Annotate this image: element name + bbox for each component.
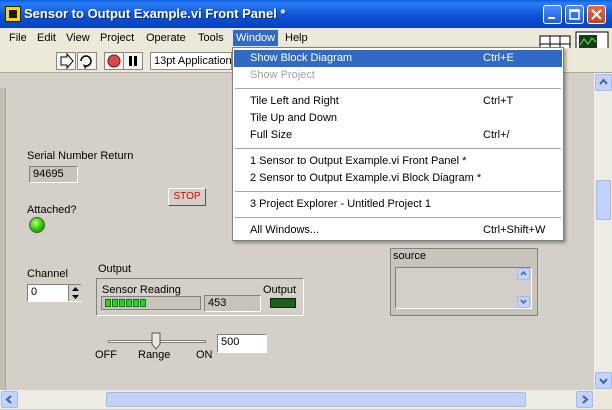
menu-item-label: Full Size <box>250 129 293 141</box>
labview-vi-icon[interactable] <box>5 6 21 22</box>
menu-item-front-panel-window[interactable]: 1 Sensor to Output Example.vi Front Pane… <box>234 153 562 170</box>
serial-number-label: Serial Number Return <box>27 150 134 162</box>
maximize-button[interactable] <box>565 5 584 24</box>
source-label: source <box>393 250 427 262</box>
scroll-left-button[interactable] <box>1 391 18 408</box>
stop-button[interactable]: STOP <box>168 188 206 206</box>
menu-separator <box>235 148 561 149</box>
chevron-left-icon <box>5 395 12 404</box>
close-icon <box>591 9 602 20</box>
source-text-area[interactable] <box>395 267 532 309</box>
menu-separator <box>235 191 561 192</box>
source-scroll-up[interactable] <box>517 268 530 280</box>
run-continuously-icon <box>80 55 92 69</box>
window-menu-dropdown: Show Block Diagram Ctrl+E Show Project T… <box>232 47 564 241</box>
maximize-icon <box>569 9 580 20</box>
menu-view[interactable]: View <box>63 30 93 46</box>
range-off-label: OFF <box>95 349 117 361</box>
channel-value: 0 <box>31 286 38 298</box>
panel-left-edge <box>0 88 6 390</box>
sensor-reading-value: 453 <box>204 295 261 312</box>
chevron-up-icon <box>599 78 608 85</box>
menu-item-shortcut: Ctrl+E <box>483 52 514 64</box>
menu-item-project-explorer[interactable]: 3 Project Explorer - Untitled Project 1 <box>234 196 562 213</box>
attached-led <box>29 217 45 233</box>
vertical-scrollbar[interactable] <box>594 73 612 390</box>
chevron-up-icon <box>520 270 527 276</box>
menu-separator <box>235 217 561 218</box>
range-on-label: ON <box>196 349 213 361</box>
menu-item-label: 2 Sensor to Output Example.vi Block Diag… <box>250 172 482 184</box>
source-scroll-down[interactable] <box>517 296 530 308</box>
menu-item-shortcut: Ctrl+/ <box>483 129 510 141</box>
stepper-arrows-icon <box>72 287 79 299</box>
chevron-right-icon <box>582 395 589 404</box>
menu-item-all-windows[interactable]: All Windows... Ctrl+Shift+W <box>234 222 562 239</box>
menu-item-label: Tile Up and Down <box>250 112 338 124</box>
vertical-scroll-thumb[interactable] <box>596 180 611 220</box>
run-arrow-icon <box>60 52 74 70</box>
pause-button[interactable] <box>123 52 143 70</box>
menu-edit[interactable]: Edit <box>34 30 59 46</box>
minimize-button[interactable] <box>543 5 562 24</box>
run-button[interactable] <box>56 52 76 70</box>
window-title: Sensor to Output Example.vi Front Panel … <box>24 6 286 21</box>
minimize-icon <box>548 17 555 19</box>
menu-item-tile-up-down[interactable]: Tile Up and Down <box>234 110 562 127</box>
menu-item-show-block-diagram[interactable]: Show Block Diagram Ctrl+E <box>234 50 562 67</box>
font-dropdown[interactable]: 13pt Application Font <box>150 52 232 70</box>
serial-number-indicator: 94695 <box>29 166 78 183</box>
channel-stepper[interactable] <box>68 285 82 301</box>
stop-sign-icon <box>107 54 121 68</box>
range-slider-thumb[interactable] <box>151 332 161 350</box>
menu-item-label: Show Block Diagram <box>250 52 353 64</box>
menu-help[interactable]: Help <box>282 30 311 46</box>
scroll-right-button[interactable] <box>576 391 593 408</box>
scroll-up-button[interactable] <box>595 74 612 91</box>
scroll-down-button[interactable] <box>595 372 612 389</box>
chevron-down-icon <box>599 378 608 385</box>
close-button[interactable] <box>587 5 606 24</box>
sensor-reading-label: Sensor Reading <box>102 284 181 296</box>
menu-item-label: 1 Sensor to Output Example.vi Front Pane… <box>250 155 467 167</box>
output-led <box>270 298 296 308</box>
pause-icon <box>129 56 137 66</box>
menu-tools[interactable]: Tools <box>195 30 227 46</box>
chevron-down-icon <box>520 299 527 305</box>
menu-item-shortcut: Ctrl+T <box>483 95 514 107</box>
size-grip[interactable] <box>594 390 612 409</box>
output-cluster-label: Output <box>98 263 132 275</box>
run-continuously-button[interactable] <box>77 52 97 70</box>
range-value-input[interactable]: 500 <box>217 334 267 353</box>
attached-label: Attached? <box>27 204 77 216</box>
menu-item-tile-left-right[interactable]: Tile Left and Right Ctrl+T <box>234 93 562 110</box>
range-label: Range <box>138 349 171 361</box>
menu-item-label: Tile Left and Right <box>250 95 339 107</box>
menu-separator <box>235 88 561 89</box>
menu-item-label: All Windows... <box>250 224 320 236</box>
menu-window[interactable]: Window <box>233 30 279 46</box>
sensor-reading-bar <box>101 296 201 310</box>
menu-item-show-project: Show Project <box>234 67 562 84</box>
menu-item-label: Show Project <box>250 69 315 81</box>
horizontal-scroll-thumb[interactable] <box>106 392 526 407</box>
menu-operate[interactable]: Operate <box>143 30 189 46</box>
abort-button[interactable] <box>104 52 124 70</box>
output-led-label: Output <box>263 284 297 296</box>
menu-item-shortcut: Ctrl+Shift+W <box>483 224 546 236</box>
channel-label: Channel <box>27 268 68 280</box>
menu-file[interactable]: File <box>6 30 30 46</box>
menu-item-block-diagram-window[interactable]: 2 Sensor to Output Example.vi Block Diag… <box>234 170 562 187</box>
menu-item-label: 3 Project Explorer - Untitled Project 1 <box>250 198 431 210</box>
menu-project[interactable]: Project <box>97 30 137 46</box>
menu-item-full-size[interactable]: Full Size Ctrl+/ <box>234 127 562 144</box>
